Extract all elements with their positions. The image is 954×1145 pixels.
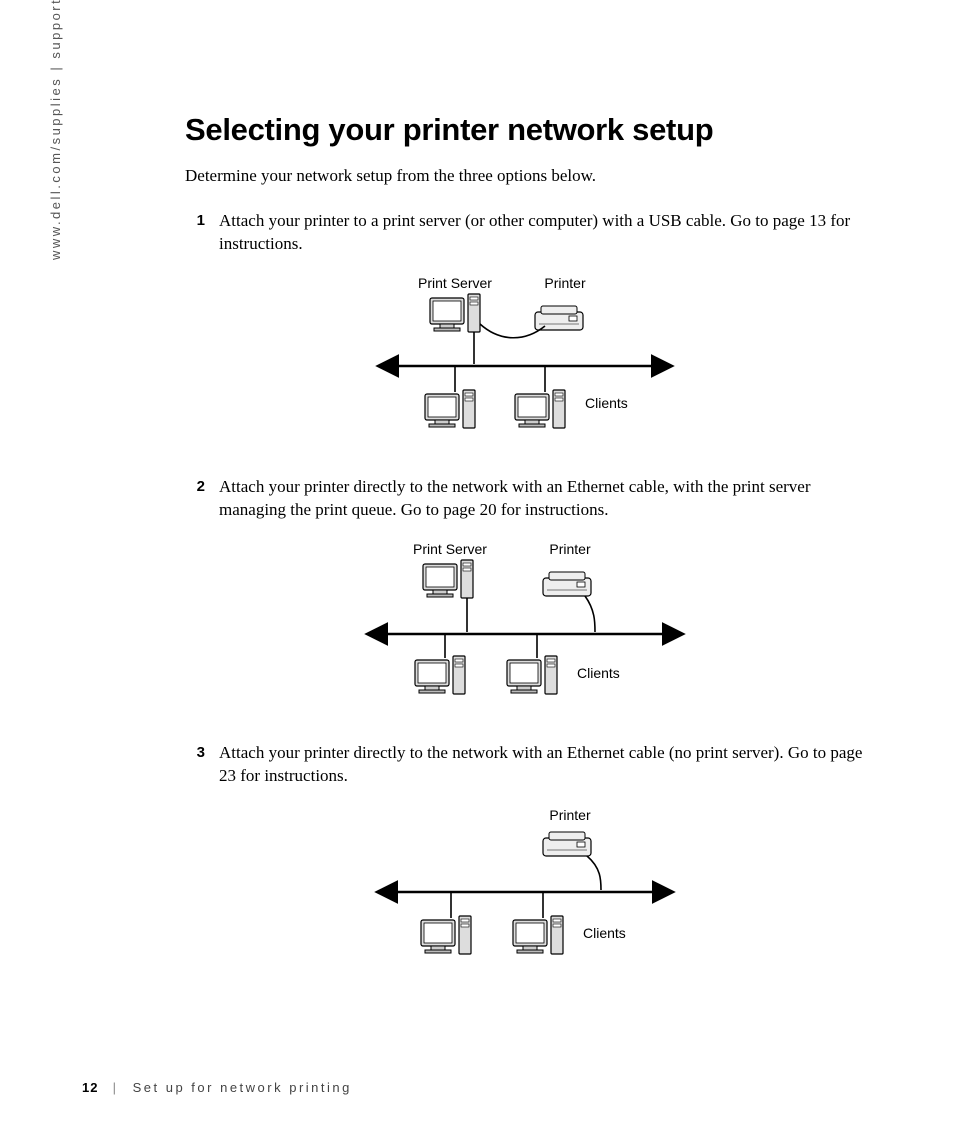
sidebar-url-text: www.dell.com/supplies | support.dell.com — [48, 0, 63, 260]
diagram-usb-setup: Print Server Printer Clients — [185, 274, 865, 454]
item-text: Attach your printer to a print server (o… — [219, 210, 865, 256]
diagram-ethernet-noserver-setup: Printer Clients — [185, 806, 865, 976]
label-printer: Printer — [549, 807, 591, 823]
list-item: 1 Attach your printer to a print server … — [185, 210, 865, 256]
page-content: Selecting your printer network setup Det… — [185, 112, 865, 998]
list-item: 2 Attach your printer directly to the ne… — [185, 476, 865, 522]
item-text: Attach your printer directly to the netw… — [219, 476, 865, 522]
label-clients: Clients — [585, 395, 628, 411]
footer-section: Set up for network printing — [133, 1080, 352, 1095]
label-clients: Clients — [577, 665, 620, 681]
footer-separator: | — [113, 1080, 119, 1095]
label-printer: Printer — [549, 541, 591, 557]
intro-text: Determine your network setup from the th… — [185, 166, 865, 186]
page-title: Selecting your printer network setup — [185, 112, 865, 148]
item-number: 2 — [185, 476, 219, 522]
diagram-ethernet-server-setup: Print Server Printer Clients — [185, 540, 865, 720]
label-print-server: Print Server — [418, 275, 492, 291]
item-number: 3 — [185, 742, 219, 788]
list-item: 3 Attach your printer directly to the ne… — [185, 742, 865, 788]
label-print-server: Print Server — [413, 541, 487, 557]
page-number: 12 — [82, 1080, 98, 1095]
page-footer: 12 | Set up for network printing — [82, 1080, 352, 1095]
label-printer: Printer — [544, 275, 586, 291]
label-clients: Clients — [583, 925, 626, 941]
item-text: Attach your printer directly to the netw… — [219, 742, 865, 788]
item-number: 1 — [185, 210, 219, 256]
